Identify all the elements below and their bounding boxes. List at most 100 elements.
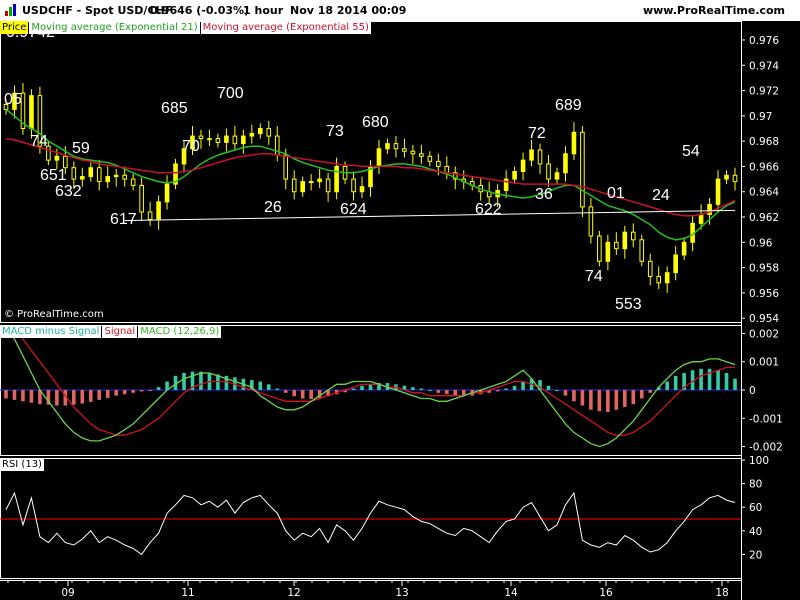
candle-body	[436, 160, 441, 167]
legend-macd-hist[interactable]: MACD minus Signal	[0, 325, 102, 338]
rsi-line	[5, 491, 736, 556]
time-tick-label: 12	[287, 587, 300, 599]
macd-hist-bar	[589, 390, 593, 410]
candle-body	[512, 171, 517, 180]
rsi-legend: RSI (13)	[0, 458, 45, 471]
macd-hist-bar	[368, 384, 373, 390]
price-annotation: 553	[615, 296, 642, 313]
legend-signal[interactable]: Signal	[102, 325, 138, 338]
candle-body	[376, 148, 382, 167]
macd-hist-bar	[139, 390, 144, 392]
macd-hist-bar	[453, 390, 458, 396]
candle-body	[647, 260, 653, 277]
price-annotation: 70	[182, 138, 200, 155]
candle-body	[588, 206, 594, 237]
price-tick-label: 0.966	[749, 161, 779, 173]
title-bar: USDCHF - Spot USD/CHF 0.9646 (-0.03%) 1 …	[0, 0, 800, 21]
candle-body	[351, 178, 356, 193]
macd-hist-bar	[275, 388, 280, 390]
candle-body	[419, 153, 424, 157]
macd-hist-bar	[199, 371, 203, 390]
legend-rsi[interactable]: RSI (13)	[0, 458, 44, 471]
price-annotation: 700	[217, 85, 244, 102]
rsi-panel	[0, 491, 741, 556]
macd-hist-bar	[614, 390, 619, 410]
macd-hist-bar	[351, 388, 356, 390]
legend-ema21[interactable]: Moving average (Exponential 21)	[29, 21, 200, 34]
macd-hist-bar	[623, 390, 627, 407]
time-tick-label: 09	[61, 587, 74, 599]
macd-hist-bar	[419, 388, 424, 390]
macd-hist-bar	[699, 368, 703, 390]
price-annotation: 689	[555, 97, 582, 114]
macd-hist-bar	[724, 373, 729, 390]
candle-body	[325, 178, 331, 193]
candle-body	[164, 183, 170, 203]
candle-body	[554, 172, 560, 180]
macd-hist-bar	[521, 381, 525, 390]
price-tick-label: 0.956	[749, 288, 779, 300]
macd-hist-bar	[88, 390, 93, 402]
chart-icon[interactable]	[4, 3, 18, 17]
macd-hist-bar	[360, 385, 364, 390]
candle-body	[571, 131, 577, 155]
candle-body	[258, 128, 263, 135]
macd-hist-bar	[555, 390, 559, 391]
price-tick-label: 0.976	[749, 35, 779, 47]
price-annotation: 54	[682, 143, 700, 160]
price-annotation: 74	[585, 268, 603, 285]
candle-body	[105, 176, 111, 183]
macd-hist-bar	[292, 390, 297, 397]
candle-body	[147, 211, 153, 221]
candle-body	[563, 153, 568, 174]
candle-body	[54, 155, 60, 161]
price-annotation: 632	[55, 183, 82, 200]
axes: 0.9760.9740.9720.970.9680.9660.9640.9620…	[0, 35, 783, 599]
legend-macd[interactable]: MACD (12,26,9)	[138, 325, 222, 338]
time-tick-label: 16	[599, 587, 613, 599]
candle-body	[359, 186, 365, 193]
macd-hist-bar	[21, 390, 25, 402]
macd-hist-bar	[300, 390, 305, 399]
price-panel: 0.97420574596516326176857070026736246806…	[3, 24, 738, 313]
candle-body	[715, 178, 721, 205]
candle-body	[249, 133, 255, 137]
macd-panel	[0, 324, 741, 448]
candle-body	[402, 148, 407, 152]
candle-body	[732, 174, 738, 183]
candle-body	[232, 135, 238, 145]
price-annotation: 680	[362, 114, 389, 131]
price-tick-label: 0.972	[749, 86, 779, 98]
price-annotation: 01	[607, 185, 625, 202]
candle-body	[63, 155, 68, 169]
price-tick-label: 0.96	[749, 237, 773, 249]
candle-body	[520, 159, 526, 172]
candle-body	[410, 150, 416, 155]
site-label[interactable]: www.ProRealTime.com	[643, 4, 785, 17]
candle-body	[300, 181, 305, 193]
candle-body	[122, 174, 127, 180]
price-annotation: 74	[30, 133, 48, 150]
candle-body	[29, 95, 34, 129]
macd-hist-bar	[631, 390, 636, 405]
candle-body	[156, 201, 161, 221]
candle-body	[241, 135, 246, 145]
macd-hist-bar	[266, 384, 271, 390]
price-tick-label: 0.958	[749, 263, 779, 275]
macd-tick-label: 0	[749, 385, 756, 397]
macd-hist-bar	[55, 390, 59, 406]
price-tick-label: 0.962	[749, 212, 779, 224]
price-annotation: 26	[264, 199, 282, 216]
legend-ema55[interactable]: Moving average (Exponential 55)	[200, 21, 371, 34]
macd-hist-bar	[114, 390, 118, 396]
macd-tick-label: -0.001	[749, 413, 783, 425]
candle-body	[79, 176, 85, 180]
price-annotation: 622	[475, 201, 502, 218]
time-tick-label: 18	[715, 587, 728, 599]
price-annotation: 36	[535, 186, 553, 203]
macd-hist-bar	[733, 378, 737, 390]
macd-hist-bar	[283, 390, 288, 393]
rsi-tick-label: 40	[749, 526, 762, 538]
macd-hist-bar	[97, 390, 102, 400]
legend-price[interactable]: Price	[0, 21, 29, 34]
